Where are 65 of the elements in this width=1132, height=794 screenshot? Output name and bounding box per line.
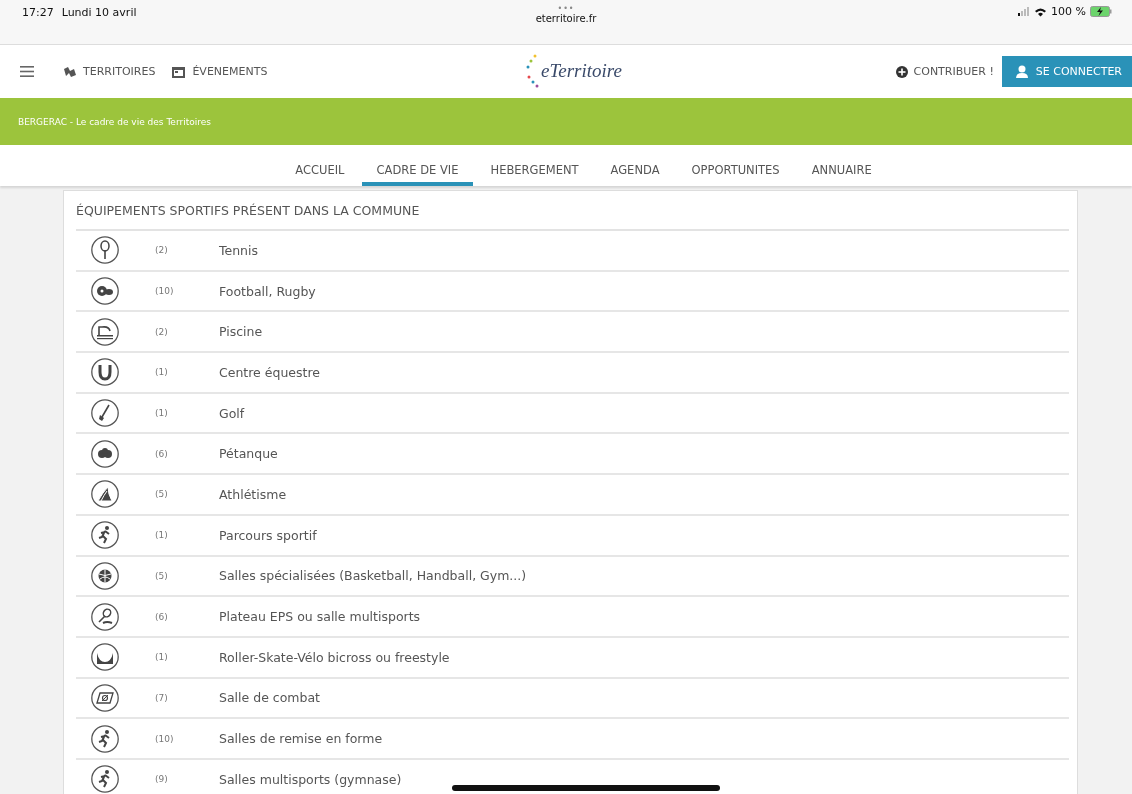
golf-icon <box>91 399 119 428</box>
equipment-label: Salles spécialisées (Basketball, Handball, Gym...) <box>219 568 527 584</box>
nav-tab[interactable]: ACCUEIL <box>280 145 360 186</box>
equipment-label: Centre équestre <box>219 364 320 380</box>
pool-icon <box>91 317 119 346</box>
nav-tab[interactable]: AGENDA <box>595 145 675 186</box>
item-count: (6) <box>155 448 169 459</box>
runner-icon <box>91 724 119 753</box>
horseshoe-icon <box>91 358 119 387</box>
equipment-label: Tennis <box>219 242 259 258</box>
battery-charging-icon <box>1090 6 1112 17</box>
item-count: (2) <box>155 326 169 337</box>
equipment-label: Salle de combat <box>219 690 320 706</box>
nav-tab[interactable]: CADRE DE VIE <box>361 145 474 186</box>
equipment-label: Golf <box>219 405 245 421</box>
item-count: (1) <box>155 408 169 419</box>
track-icon <box>91 480 119 509</box>
nav-tab[interactable]: ANNUAIRE <box>796 145 887 186</box>
site-logo[interactable]: eTerritoire <box>541 60 622 82</box>
signal-icon <box>1018 7 1031 16</box>
item-count: (1) <box>155 367 169 378</box>
user-icon <box>1015 65 1028 78</box>
mat-icon <box>91 683 119 712</box>
url-text[interactable]: eterritoire.fr <box>535 13 597 24</box>
battery-percent: 100 % <box>1051 5 1086 18</box>
equipment-label: Plateau EPS ou salle multisports <box>219 609 421 625</box>
item-count: (6) <box>155 611 169 622</box>
login-button[interactable]: SE CONNECTER <box>1001 56 1132 87</box>
menu-icon[interactable] <box>20 66 34 77</box>
breadcrumb: BERGERAC - Le cadre de vie des Territoires <box>18 116 211 127</box>
equipment-label: Athlétisme <box>219 486 287 502</box>
balls-icon <box>91 277 119 306</box>
ramp-icon <box>91 643 119 672</box>
plus-icon <box>895 65 908 78</box>
equipment-label: Football, Rugby <box>219 283 316 299</box>
nav-tab[interactable]: HEBERGEMENT <box>475 145 594 186</box>
equipment-label: Roller-Skate-Vélo bicross ou freestyle <box>219 649 450 665</box>
wifi-icon <box>1034 6 1048 17</box>
calendar-icon <box>171 64 187 79</box>
item-count: (10) <box>155 733 175 744</box>
nav-tab[interactable]: OPPORTUNITES <box>676 145 795 186</box>
item-count: (5) <box>155 570 169 581</box>
item-count: (1) <box>155 652 169 663</box>
equipment-label: Salles multisports (gymnase) <box>219 771 402 787</box>
equipment-label: Piscine <box>219 324 263 340</box>
item-count: (10) <box>155 286 175 297</box>
date: Lundi 10 avril <box>61 6 137 19</box>
section-title: ÉQUIPEMENTS SPORTIFS PRÉSENT DANS LA COMMUNE <box>76 191 1069 231</box>
equipment-label: Salles de remise en forme <box>219 731 383 747</box>
racket-icon <box>91 602 119 631</box>
item-count: (9) <box>155 774 169 785</box>
clock-time: 17:27 <box>22 6 54 19</box>
item-count: (2) <box>155 245 169 256</box>
equipment-label: Parcours sportif <box>219 527 317 543</box>
item-count: (1) <box>155 530 169 541</box>
contribute-link[interactable]: CONTRIBUER ! <box>895 65 994 78</box>
boules-icon <box>91 439 119 468</box>
equipment-label: Pétanque <box>219 446 278 462</box>
runner-icon <box>91 521 119 550</box>
nav-link[interactable]: TERRITOIRES <box>62 64 156 79</box>
basketball-icon <box>91 561 119 590</box>
item-count: (7) <box>155 692 169 703</box>
item-count: (5) <box>155 489 169 500</box>
tennis-icon <box>91 236 119 265</box>
nav-link[interactable]: ÉVENEMENTS <box>171 64 268 79</box>
